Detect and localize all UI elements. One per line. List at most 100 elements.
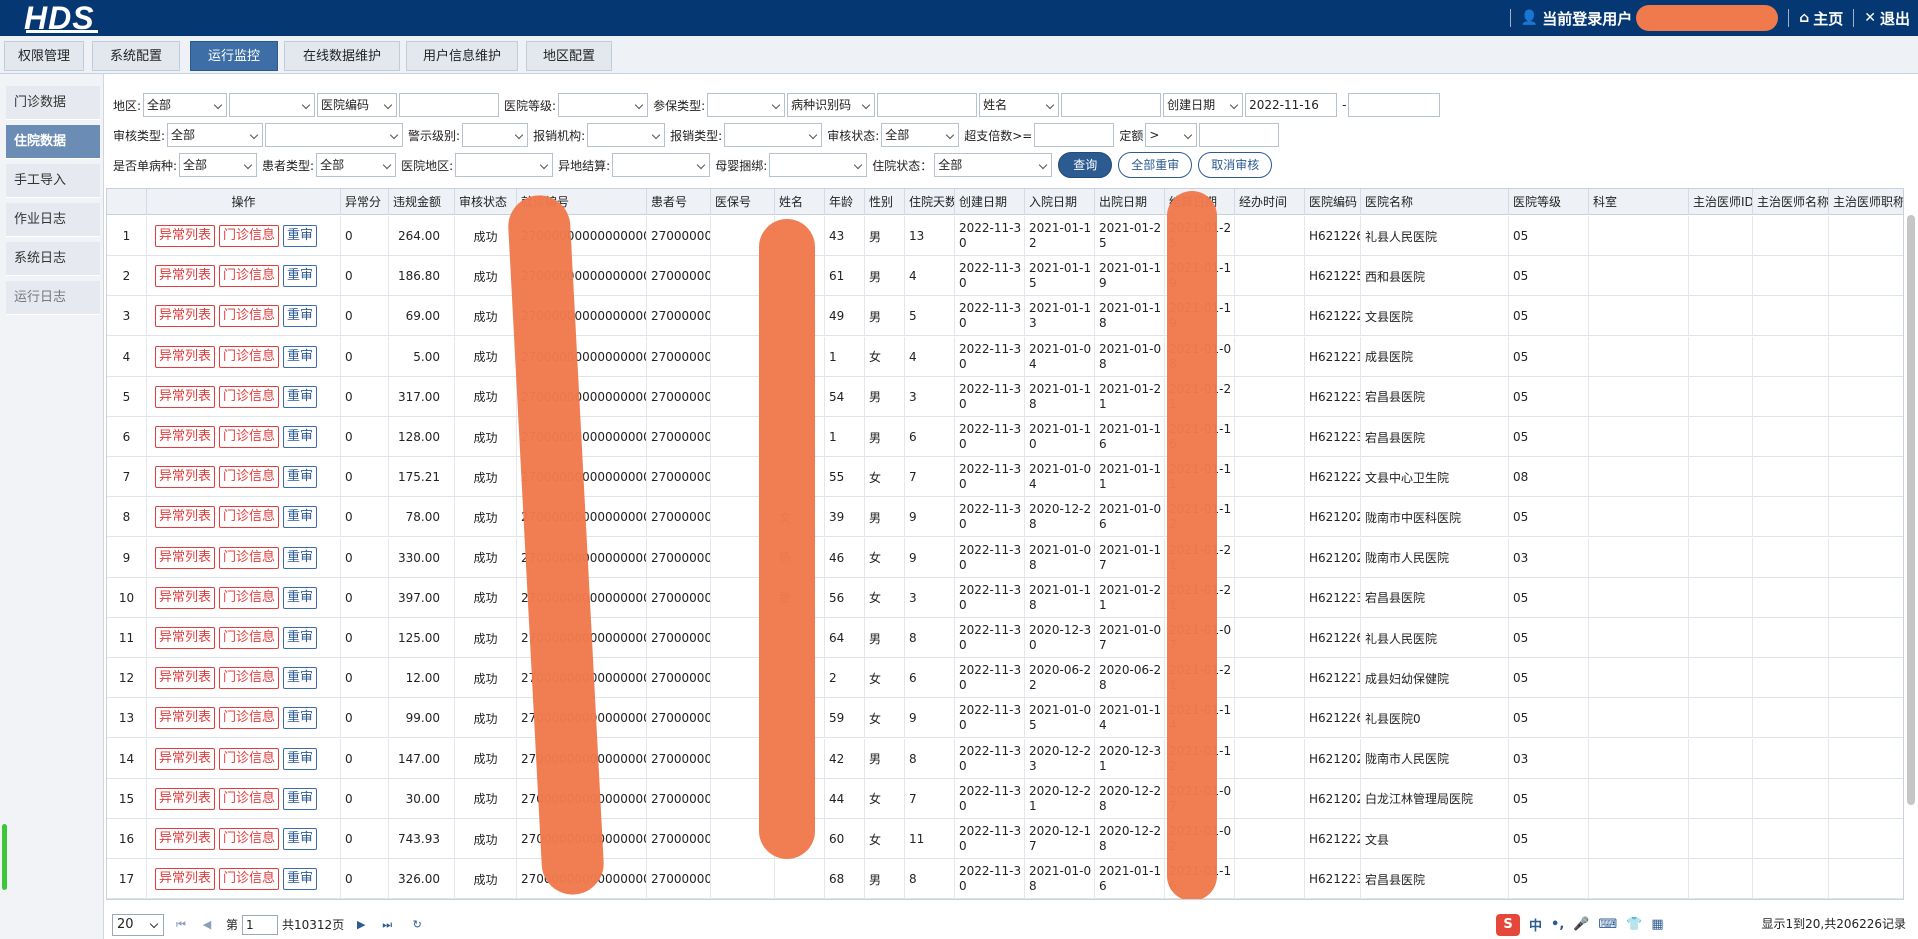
table-row[interactable]: 2 异常列表 门诊信息 重审 0 186.80 成功 270000000000000000 27…	[107, 256, 1903, 297]
refresh-icon[interactable]: ↻	[408, 918, 426, 931]
hospital-level-select[interactable]	[558, 93, 649, 117]
name-select[interactable]: 姓名	[979, 93, 1060, 117]
column-header-created-date[interactable]: 创建日期	[955, 189, 1025, 215]
column-header-discharge-date[interactable]: 出院日期	[1095, 189, 1165, 215]
abnormal-list-button[interactable]: 异常列表	[155, 586, 216, 609]
date-end-input[interactable]	[1348, 93, 1441, 117]
column-header-hospital-name[interactable]: 医院名称	[1361, 189, 1509, 215]
reaudit-all-button[interactable]: 全部重审	[1118, 152, 1193, 178]
logout-link[interactable]: ✕ 退出	[1864, 8, 1910, 29]
outpatient-info-button[interactable]: 门诊信息	[219, 667, 280, 690]
column-header-abnormal-score[interactable]: 异常分	[341, 189, 389, 215]
ime-mode-label[interactable]: 中	[1529, 915, 1542, 934]
column-header-patient-name[interactable]: 姓名	[775, 189, 825, 215]
region-select[interactable]: 全部	[143, 93, 228, 117]
vertical-scrollbar[interactable]	[1907, 215, 1915, 805]
abnormal-list-button[interactable]: 异常列表	[155, 466, 216, 489]
abnormal-list-button[interactable]: 异常列表	[155, 506, 216, 529]
abnormal-list-button[interactable]: 异常列表	[155, 305, 216, 328]
table-row[interactable]: 4 异常列表 门诊信息 重审 0 5.00 成功 270000000000000000 2700…	[107, 336, 1903, 377]
abnormal-list-button[interactable]: 异常列表	[155, 345, 216, 368]
column-header-violation-amount[interactable]: 违规金额	[389, 189, 455, 215]
column-header-age[interactable]: 年龄	[825, 189, 865, 215]
reaudit-button[interactable]: 重审	[283, 747, 318, 770]
sidebar-item-inpatient[interactable]: 住院数据	[6, 125, 100, 159]
column-header-admit-date[interactable]: 入院日期	[1025, 189, 1095, 215]
reimburse-org-select[interactable]	[587, 123, 666, 147]
sidebar-item-system-log[interactable]: 系统日志	[6, 242, 100, 276]
sogou-ime-icon[interactable]: S	[1496, 913, 1520, 936]
reaudit-button[interactable]: 重审	[283, 667, 318, 690]
reaudit-button[interactable]: 重审	[283, 787, 318, 810]
reimburse-type-select[interactable]	[724, 123, 823, 147]
punctuation-icon[interactable]: •,	[1551, 917, 1564, 932]
abnormal-list-button[interactable]: 异常列表	[155, 667, 216, 690]
reaudit-button[interactable]: 重审	[283, 345, 318, 368]
skin-icon[interactable]: 👕	[1626, 917, 1642, 932]
column-header-actions[interactable]: 操作	[147, 189, 341, 215]
abnormal-list-button[interactable]: 异常列表	[155, 225, 216, 247]
tab-user-info[interactable]: 用户信息维护	[406, 41, 518, 71]
insurance-type-select[interactable]	[707, 93, 786, 117]
sidebar-item-job-log[interactable]: 作业日志	[6, 203, 100, 237]
disease-code-input[interactable]	[877, 93, 978, 117]
inpatient-status-select[interactable]: 全部	[934, 153, 1053, 177]
date-type-select[interactable]: 创建日期	[1163, 93, 1244, 117]
table-row[interactable]: 3 异常列表 门诊信息 重审 0 69.00 成功 270000000000000000 270…	[107, 296, 1903, 337]
outpatient-info-button[interactable]: 门诊信息	[219, 265, 280, 288]
reaudit-button[interactable]: 重审	[283, 506, 318, 529]
table-row[interactable]: 5 异常列表 门诊信息 重审 0 317.00 成功 270000000000000000 27…	[107, 376, 1903, 417]
warning-level-select[interactable]	[462, 123, 529, 147]
outpatient-info-button[interactable]: 门诊信息	[219, 868, 280, 891]
tab-permission[interactable]: 权限管理	[4, 41, 84, 71]
tab-online-data[interactable]: 在线数据维护	[284, 41, 400, 71]
page-size-select[interactable]: 20	[112, 913, 164, 936]
audit-status-select[interactable]: 全部	[881, 123, 960, 147]
outpatient-info-button[interactable]: 门诊信息	[219, 546, 280, 569]
audit-type-select[interactable]: 全部	[167, 123, 264, 147]
column-header-hospital-level[interactable]: 医院等级	[1509, 189, 1589, 215]
reaudit-button[interactable]: 重审	[283, 466, 318, 489]
table-row[interactable]: 11异常列表门诊信息重审0125.00成功2700000000000000002…	[107, 618, 1903, 658]
table-row[interactable]: 7 异常列表 门诊信息 重审 0 175.21 成功 270000000000000000 27…	[107, 457, 1903, 498]
outpatient-info-button[interactable]: 门诊信息	[219, 586, 280, 609]
patient-type-select[interactable]: 全部	[316, 153, 397, 177]
first-page-icon[interactable]: ⏮	[172, 918, 190, 932]
reaudit-button[interactable]: 重审	[283, 305, 318, 328]
sidebar-item-run-log[interactable]: 运行日志	[6, 281, 100, 315]
reaudit-button[interactable]: 重审	[283, 546, 318, 569]
abnormal-list-button[interactable]: 异常列表	[155, 747, 216, 770]
tab-region-config[interactable]: 地区配置	[526, 41, 612, 71]
table-row[interactable]: 17异常列表门诊信息重审0326.00成功2700000000000000002…	[107, 859, 1903, 899]
keyboard-icon[interactable]: ⌨	[1598, 917, 1617, 932]
audit-sub-select[interactable]	[265, 123, 404, 147]
mother-infant-select[interactable]	[769, 153, 868, 177]
date-start-input[interactable]: 2022-11-16	[1245, 93, 1338, 117]
table-row[interactable]: 12异常列表门诊信息重审012.00成功27000000000000000027…	[107, 658, 1903, 699]
table-row[interactable]: 1 异常列表 门诊信息 重审 0 264.00 成功 270000000000000000 27…	[107, 216, 1903, 256]
column-header-doctor-title[interactable]: 主治医师职称	[1829, 189, 1903, 215]
reaudit-button[interactable]: 重审	[283, 426, 318, 448]
tab-system-config[interactable]: 系统配置	[92, 41, 180, 71]
reaudit-button[interactable]: 重审	[283, 707, 318, 730]
query-button[interactable]: 查询	[1058, 152, 1113, 178]
page-number-input[interactable]: 1	[242, 914, 279, 935]
column-header-sex[interactable]: 性别	[865, 189, 905, 215]
sub-region-select[interactable]	[229, 93, 316, 117]
current-user[interactable]: 👤 当前登录用户	[1521, 5, 1779, 31]
abnormal-list-button[interactable]: 异常列表	[155, 707, 216, 730]
microphone-icon[interactable]: 🎤	[1573, 917, 1589, 932]
outpatient-info-button[interactable]: 门诊信息	[219, 426, 280, 448]
column-header-audit-status[interactable]: 审核状态	[455, 189, 517, 215]
disease-code-select[interactable]: 病种识别码	[787, 93, 876, 117]
sidebar-item-outpatient[interactable]: 门诊数据	[6, 86, 100, 120]
table-row[interactable]: 10异常列表门诊信息重审0397.00成功2700000000000000002…	[107, 577, 1903, 618]
outpatient-info-button[interactable]: 门诊信息	[219, 787, 280, 810]
column-header-handle-time[interactable]: 经办时间	[1235, 189, 1305, 215]
reaudit-button[interactable]: 重审	[283, 868, 318, 891]
over-multiple-input[interactable]	[1034, 123, 1115, 147]
column-header-row-number[interactable]	[107, 189, 147, 215]
abnormal-list-button[interactable]: 异常列表	[155, 426, 216, 448]
column-header-doctor-name[interactable]: 主治医师名称	[1753, 189, 1829, 215]
table-row[interactable]: 15异常列表门诊信息重审030.00成功27000000000000000027…	[107, 778, 1903, 819]
